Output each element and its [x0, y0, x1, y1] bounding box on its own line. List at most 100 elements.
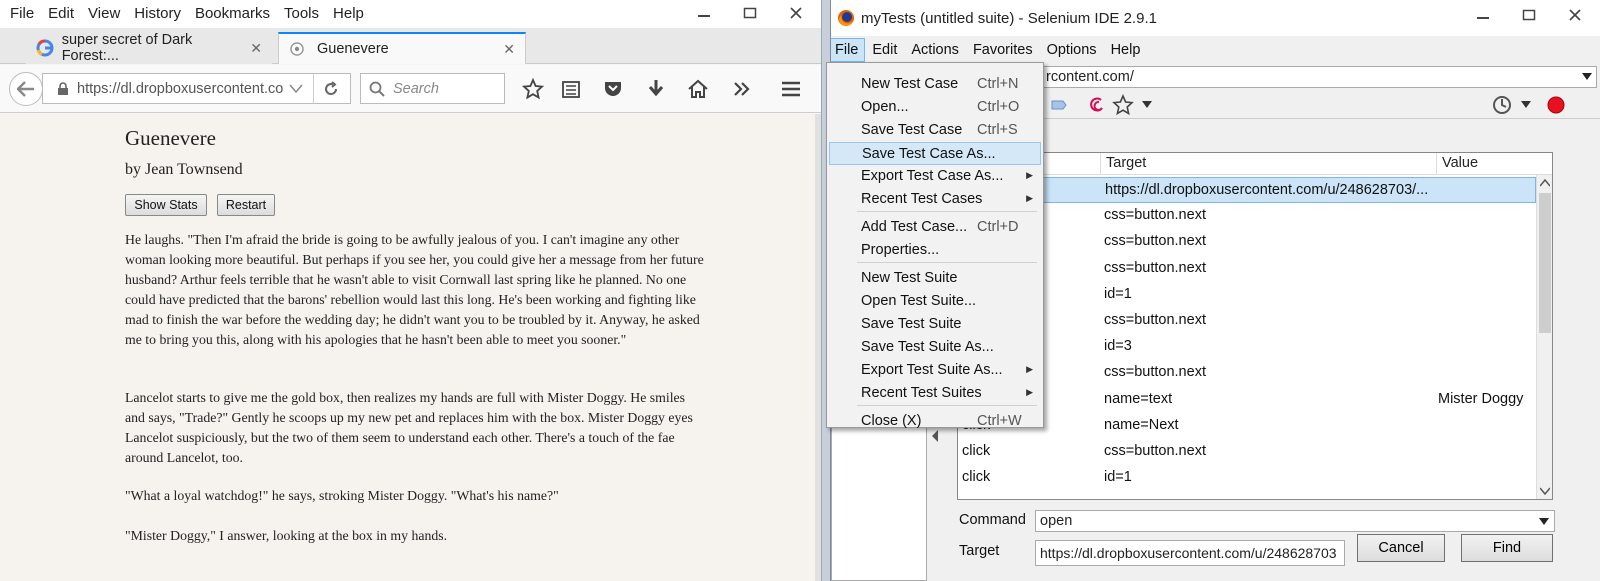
url-bar[interactable]: https://dl.dropboxusercontent.co	[42, 73, 351, 104]
file-menu-item[interactable]: Add Test Case... Ctrl+D	[829, 216, 1041, 239]
file-menu-item[interactable]: Open Test Suite...	[829, 290, 1041, 313]
find-button[interactable]: Find	[1461, 534, 1553, 562]
menu-view[interactable]: View	[81, 1, 127, 27]
table-row[interactable]: css=button.next	[958, 256, 1536, 282]
file-menu-item[interactable]: Recent Test Cases ▶	[829, 188, 1041, 211]
table-row[interactable]: clickname=Next	[958, 413, 1536, 439]
file-menu-item[interactable]: Close (X) Ctrl+W	[829, 410, 1041, 433]
menu-help[interactable]: Help	[1104, 38, 1148, 62]
menu-file[interactable]: File	[831, 38, 866, 62]
menu-bookmarks[interactable]: Bookmarks	[188, 1, 277, 27]
close-window-button[interactable]	[1553, 2, 1597, 28]
file-menu-item[interactable]: Recent Test Suites ▶	[829, 382, 1041, 405]
menu-options[interactable]: Options	[1040, 38, 1104, 62]
tab-bar: super secret of Dark Forest:... ✕ Guenev…	[0, 28, 821, 85]
globe-icon	[290, 42, 304, 56]
target-input[interactable]: https://dl.dropboxusercontent.com/u/2486…	[1035, 540, 1345, 566]
file-menu-item[interactable]: Save Test Suite As...	[829, 336, 1041, 359]
show-stats-button[interactable]: Show Stats	[125, 194, 207, 216]
home-icon[interactable]	[685, 77, 711, 101]
dropdown-arrow-icon[interactable]	[289, 84, 303, 94]
menu-separator	[857, 405, 1037, 406]
minimize-button[interactable]	[1461, 2, 1505, 28]
command-select[interactable]: open	[1035, 510, 1555, 532]
command-cell: click	[962, 443, 991, 459]
menu-item-label: Export Test Suite As...	[861, 362, 1003, 378]
column-header-value[interactable]: Value	[1442, 155, 1478, 171]
close-window-button[interactable]	[774, 0, 818, 26]
tab-guenevere[interactable]: Guenevere ✕	[278, 32, 526, 64]
restart-button[interactable]: Restart	[217, 194, 275, 216]
hamburger-menu-icon[interactable]	[778, 77, 804, 101]
file-menu-item[interactable]: New Test Suite	[829, 267, 1041, 290]
submenu-arrow-icon: ▶	[1026, 170, 1033, 180]
dropdown-arrow-icon[interactable]	[1582, 73, 1592, 81]
scroll-down-icon[interactable]	[1540, 487, 1550, 495]
menu-edit[interactable]: Edit	[41, 1, 81, 27]
page-scrollbar[interactable]	[815, 114, 821, 581]
dropdown-arrow-icon[interactable]	[1521, 101, 1531, 109]
file-menu-item[interactable]: Export Test Case As... ▶	[829, 165, 1041, 188]
menu-item-label: Open Test Suite...	[861, 293, 976, 309]
table-row[interactable]: css=button.next	[958, 308, 1536, 334]
file-menu-item[interactable]: Save Test Case Ctrl+S	[829, 119, 1041, 142]
table-row[interactable]: css=button.next	[958, 360, 1536, 386]
overflow-chevron-icon[interactable]	[729, 77, 755, 101]
close-tab-icon[interactable]: ✕	[503, 41, 515, 58]
back-button[interactable]	[9, 72, 43, 106]
rollup-icon[interactable]	[1049, 95, 1069, 115]
menu-tools[interactable]: Tools	[277, 1, 326, 27]
base-url-field[interactable]: rcontent.com/	[1041, 66, 1597, 88]
close-icon	[1569, 9, 1581, 21]
table-row[interactable]: css=button.next	[958, 229, 1536, 255]
menu-file[interactable]: File	[3, 1, 41, 27]
back-arrow-icon	[17, 81, 34, 97]
file-menu-item[interactable]: Export Test Suite As... ▶	[829, 359, 1041, 382]
table-row[interactable]: click css=button.next	[958, 439, 1536, 465]
file-menu-item[interactable]: Open... Ctrl+O	[829, 96, 1041, 119]
speed-clock-icon[interactable]	[1491, 94, 1513, 116]
url-text: https://dl.dropboxusercontent.co	[77, 80, 284, 97]
menu-history[interactable]: History	[127, 1, 188, 27]
file-menu-item[interactable]: Properties...	[829, 239, 1041, 262]
debian-swirl-icon[interactable]	[1087, 95, 1107, 115]
downloads-icon[interactable]	[643, 77, 669, 101]
menu-edit[interactable]: Edit	[865, 38, 904, 62]
table-row[interactable]: https://dl.dropboxusercontent.com/u/2486…	[958, 177, 1536, 203]
scrollbar-thumb[interactable]	[1539, 193, 1551, 333]
bookmark-star-icon[interactable]	[520, 77, 546, 101]
menu-item-shortcut: Ctrl+D	[977, 219, 1019, 235]
maximize-button[interactable]	[728, 0, 772, 26]
favorite-star-icon[interactable]	[1112, 94, 1134, 116]
maximize-button[interactable]	[1507, 2, 1551, 28]
dropdown-arrow-icon[interactable]	[1142, 101, 1152, 109]
tab-super-secret[interactable]: super secret of Dark Forest:... ✕	[26, 32, 272, 64]
table-row[interactable]: id=1	[958, 282, 1536, 308]
dropdown-arrow-icon[interactable]	[1539, 518, 1549, 526]
file-menu-item[interactable]: Save Test Suite	[829, 313, 1041, 336]
target-cell: name=text	[1104, 390, 1173, 407]
column-header-target[interactable]: Target	[1106, 155, 1146, 171]
close-tab-icon[interactable]: ✕	[250, 40, 262, 57]
file-menu-item[interactable]: New Test Case Ctrl+N	[829, 73, 1041, 96]
menu-actions[interactable]: Actions	[904, 38, 966, 62]
minimize-button[interactable]	[682, 0, 726, 26]
table-row[interactable]: css=button.next	[958, 203, 1536, 229]
table-row[interactable]: name=text Mister Doggy	[958, 387, 1536, 413]
search-input[interactable]: Search	[360, 73, 505, 104]
table-scrollbar[interactable]	[1536, 175, 1552, 499]
pocket-icon[interactable]	[600, 77, 626, 101]
menu-help[interactable]: Help	[326, 1, 371, 27]
reload-icon[interactable]	[322, 80, 340, 98]
scroll-up-icon[interactable]	[1540, 179, 1550, 187]
menu-favorites[interactable]: Favorites	[966, 38, 1040, 62]
google-icon	[36, 39, 54, 57]
record-icon[interactable]	[1545, 94, 1567, 116]
menu-item-label: Save Test Suite As...	[861, 339, 994, 355]
story-paragraph: "Mister Doggy," I answer, looking at the…	[125, 528, 448, 543]
table-row[interactable]: id=3	[958, 334, 1536, 360]
reading-list-icon[interactable]	[558, 77, 584, 101]
file-menu-item[interactable]: Save Test Case As...	[829, 142, 1041, 165]
table-row[interactable]: click id=1	[958, 465, 1536, 491]
cancel-button[interactable]: Cancel	[1357, 534, 1445, 562]
